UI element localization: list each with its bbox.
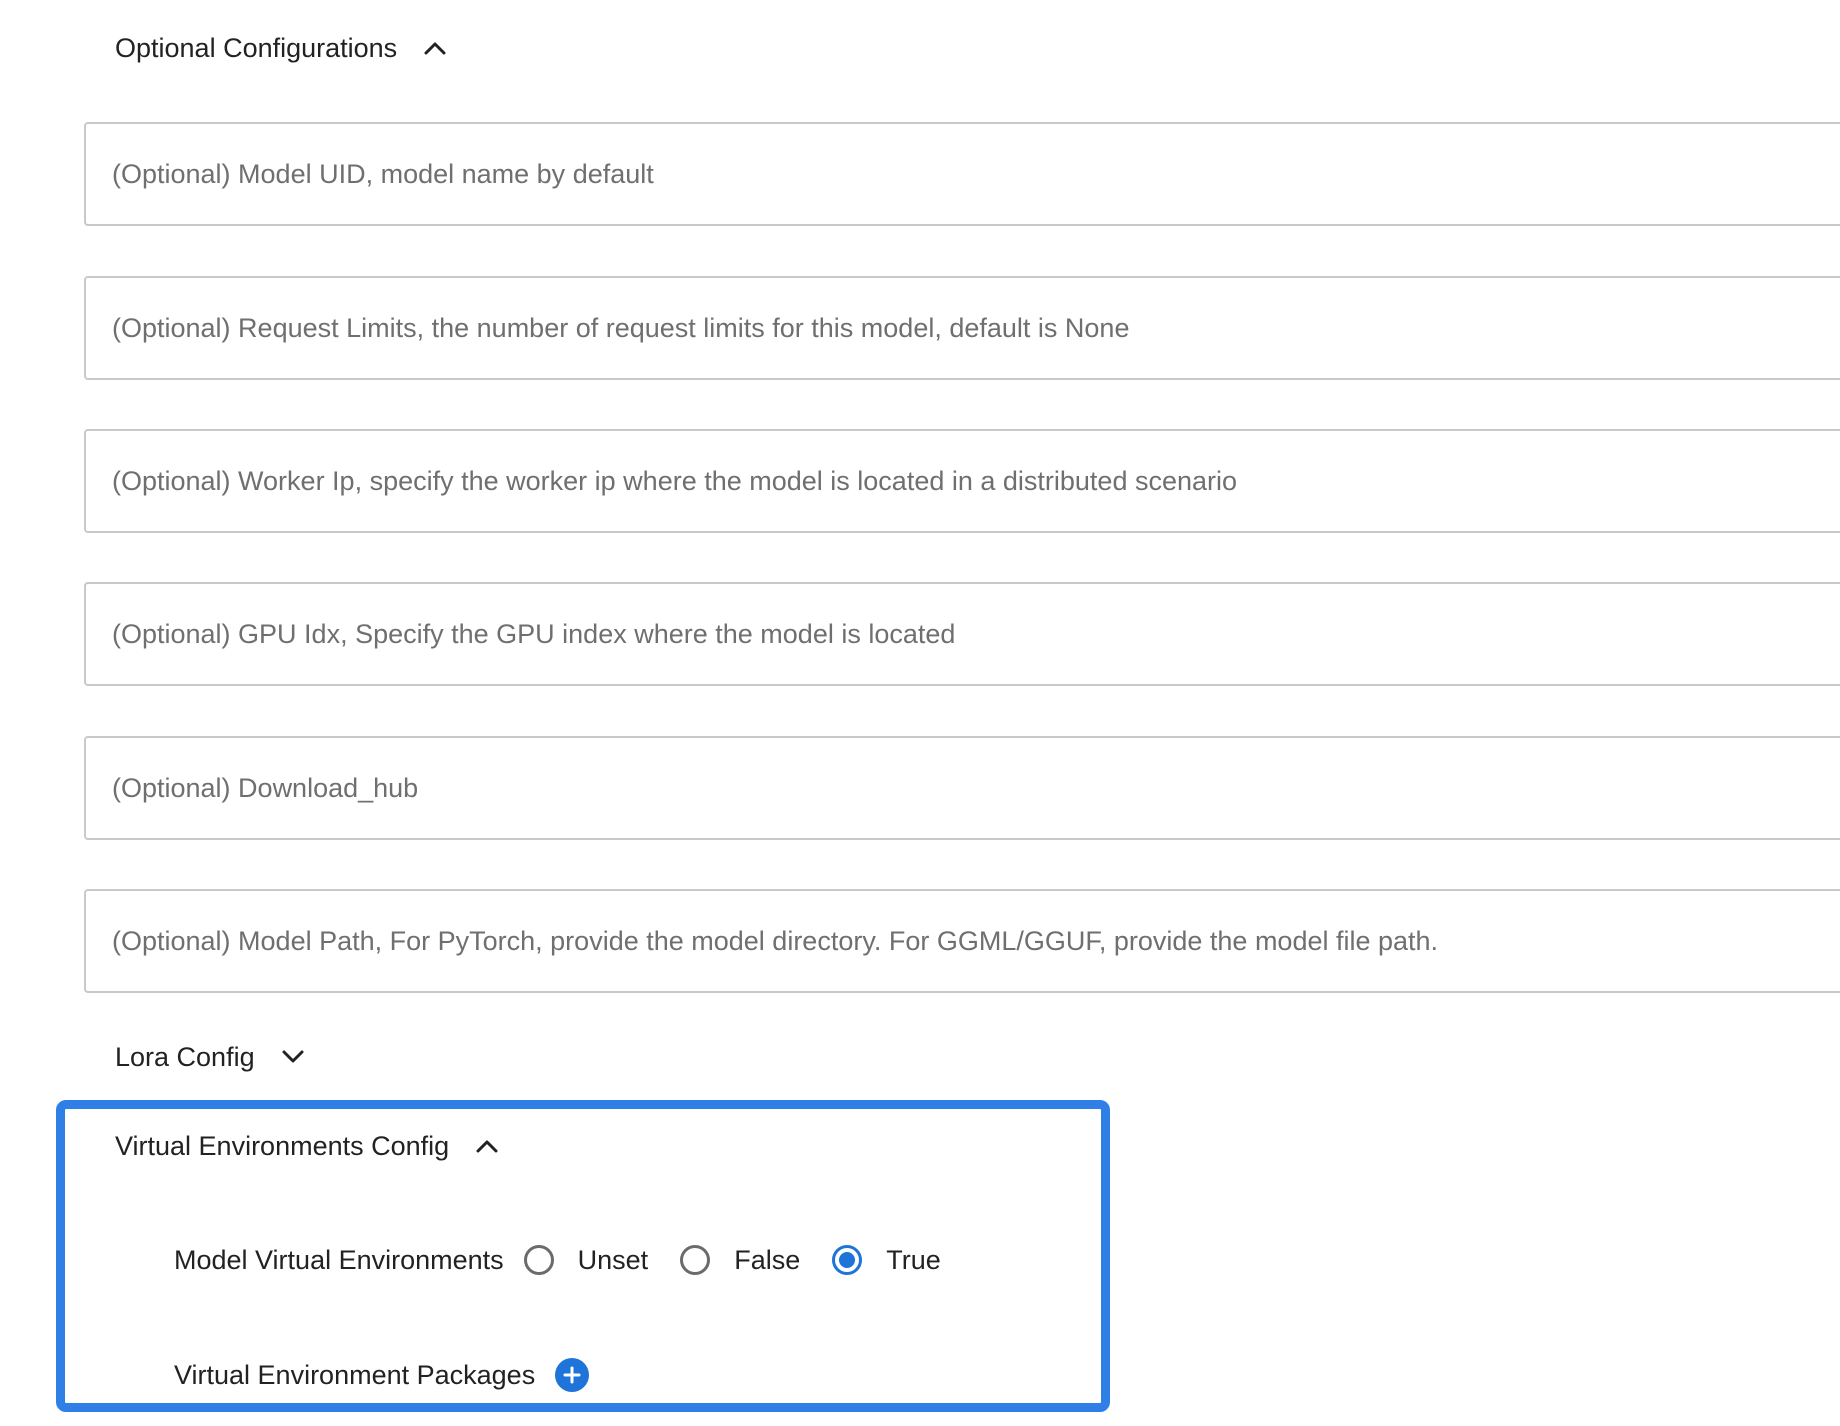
lora-config-toggle[interactable]: Lora Config xyxy=(115,1037,305,1077)
virtual-env-config-toggle[interactable]: Virtual Environments Config xyxy=(115,1126,499,1166)
model-path-field xyxy=(84,889,1840,993)
model-uid-field xyxy=(84,122,1840,226)
chevron-up-icon xyxy=(475,1134,499,1158)
gpu-idx-input[interactable] xyxy=(86,584,1840,684)
lora-config-title: Lora Config xyxy=(115,1041,255,1072)
model-uid-input[interactable] xyxy=(86,124,1840,224)
optional-configurations-toggle[interactable]: Optional Configurations xyxy=(115,28,447,68)
plus-icon xyxy=(563,1366,581,1384)
worker-ip-field xyxy=(84,429,1840,533)
radio-label-unset: Unset xyxy=(577,1244,649,1275)
download-hub-field xyxy=(84,736,1840,840)
add-package-button[interactable] xyxy=(555,1358,590,1392)
radio-option-unset[interactable]: Unset xyxy=(523,1244,649,1276)
model-virtual-environments-group: Model Virtual Environments Unset False T… xyxy=(174,1240,973,1280)
radio-option-true[interactable]: True xyxy=(832,1245,941,1276)
radio-label-true: True xyxy=(886,1244,941,1275)
model-virtual-environments-label: Model Virtual Environments xyxy=(174,1244,504,1275)
request-limits-field xyxy=(84,276,1840,380)
model-path-input[interactable] xyxy=(86,891,1840,991)
radio-unchecked-icon[interactable] xyxy=(523,1245,554,1275)
download-hub-input[interactable] xyxy=(86,738,1840,838)
radio-option-false[interactable]: False xyxy=(680,1245,800,1276)
gpu-idx-field xyxy=(84,582,1840,686)
request-limits-input[interactable] xyxy=(86,278,1840,378)
launch-model-form: Optional Configurations Lora Config Virt… xyxy=(0,0,1840,1426)
radio-label-false: False xyxy=(734,1244,801,1275)
virtual-env-packages-label: Virtual Environment Packages xyxy=(174,1359,536,1390)
radio-unchecked-icon[interactable] xyxy=(680,1245,711,1275)
virtual-env-config-title: Virtual Environments Config xyxy=(115,1130,450,1161)
radio-checked-icon[interactable] xyxy=(832,1245,863,1275)
chevron-down-icon xyxy=(281,1045,305,1069)
virtual-env-packages-row: Virtual Environment Packages xyxy=(174,1355,590,1395)
chevron-up-icon xyxy=(423,36,447,60)
worker-ip-input[interactable] xyxy=(86,431,1840,531)
optional-configurations-title: Optional Configurations xyxy=(115,32,398,63)
